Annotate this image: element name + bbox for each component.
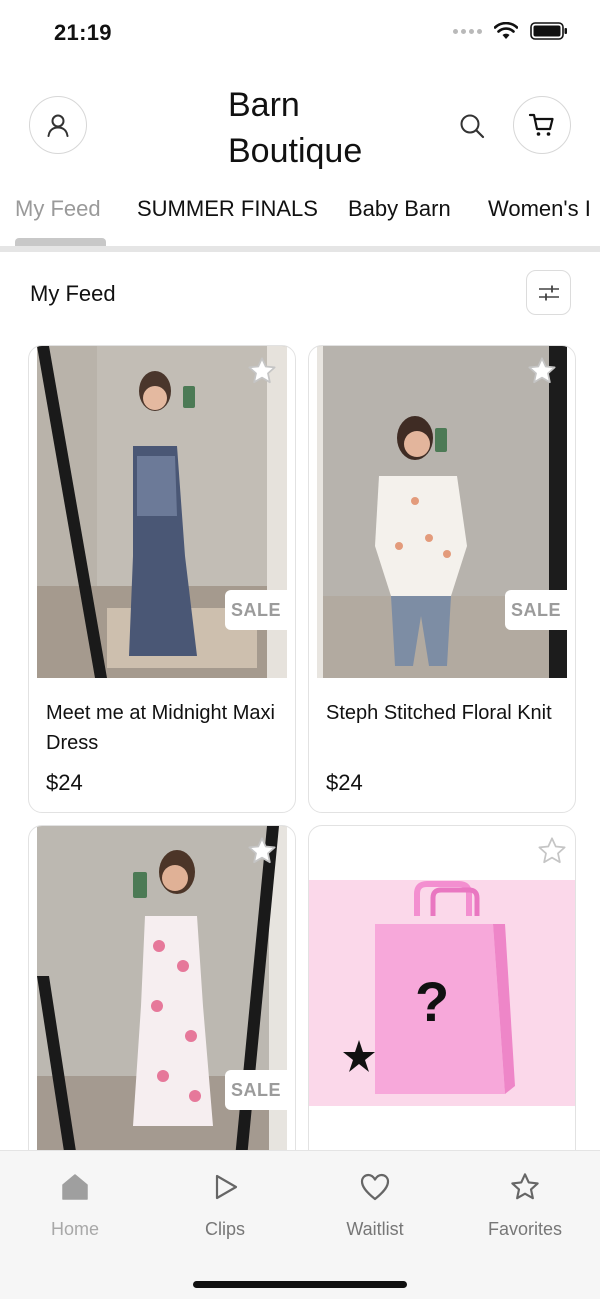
product-title[interactable]: Steph Stitched Floral Knit [326,698,566,728]
status-icons [453,22,568,40]
status-bar: 21:19 [0,0,600,66]
tabs-divider [0,246,600,252]
product-image[interactable]: SALE [317,346,567,678]
user-icon [47,114,69,137]
active-tab-indicator [15,238,106,246]
product-title[interactable]: Meet me at Midnight Maxi Dress [46,698,286,758]
product-price: $24 [46,770,83,795]
favorite-star-button[interactable] [245,354,279,388]
app-header: Barn Boutique [0,80,600,180]
nav-home-label: Home [50,1219,99,1239]
search-button[interactable] [456,110,488,142]
product-card[interactable]: SALE Steph Stitched Floral Knit $24 [308,345,576,813]
star-outline-icon [248,837,276,864]
category-tabs: My Feed SUMMER FINALS Baby Barn Women's … [0,186,600,248]
section-title: My Feed [30,281,116,306]
brand-title: Barn Boutique [228,82,362,174]
nav-favorites-label: Favorites [487,1219,563,1239]
status-time: 21:19 [54,20,112,45]
sale-badge: SALE [225,590,287,630]
tab-womens[interactable]: Women's I [488,196,591,222]
nav-clips[interactable]: Clips [165,1169,285,1240]
profile-button[interactable] [29,96,87,154]
star-outline-icon [528,357,556,384]
bottom-nav: Home Clips Waitlist Favorites [0,1150,600,1299]
sliders-icon [538,285,559,300]
brand-line-1: Barn [228,86,300,124]
mystery-question-mark: ? [415,970,450,1033]
nav-favorites[interactable]: Favorites [465,1169,585,1240]
star-icon [507,1169,543,1205]
favorite-star-button[interactable] [245,834,279,868]
home-icon [57,1169,93,1205]
nav-waitlist[interactable]: Waitlist [315,1169,435,1240]
product-card[interactable]: ? [308,825,576,1165]
play-icon [207,1169,243,1205]
cart-icon [528,113,554,136]
search-icon [460,114,485,139]
product-image[interactable]: SALE [37,346,287,678]
filter-button[interactable] [526,270,571,315]
favorite-star-button[interactable] [535,834,569,868]
wifi-icon [494,22,518,39]
nav-clips-label: Clips [204,1219,245,1239]
favorite-star-button[interactable] [525,354,559,388]
signal-icon [453,28,482,34]
sale-badge: SALE [225,1070,287,1110]
tab-my-feed[interactable]: My Feed [15,196,101,222]
star-outline-icon [248,357,276,384]
nav-waitlist-label: Waitlist [346,1219,404,1239]
brand-line-2: Boutique [228,132,363,170]
cart-button[interactable] [513,96,571,154]
nav-home[interactable]: Home [15,1169,135,1240]
product-card[interactable]: SALE Meet me at Midnight Maxi Dress $24 [28,345,296,813]
heart-icon [357,1169,393,1205]
product-price: $24 [326,770,363,795]
tab-summer-finals[interactable]: SUMMER FINALS [137,196,318,222]
battery-icon [530,22,567,40]
star-outline-icon [538,837,566,864]
product-card[interactable]: SALE [28,825,296,1165]
mystery-bag-image[interactable]: ? [309,880,575,1106]
home-indicator[interactable] [193,1281,407,1288]
sale-badge: SALE [505,590,567,630]
product-image[interactable]: SALE [37,826,287,1158]
tab-baby-barn[interactable]: Baby Barn [348,196,451,222]
